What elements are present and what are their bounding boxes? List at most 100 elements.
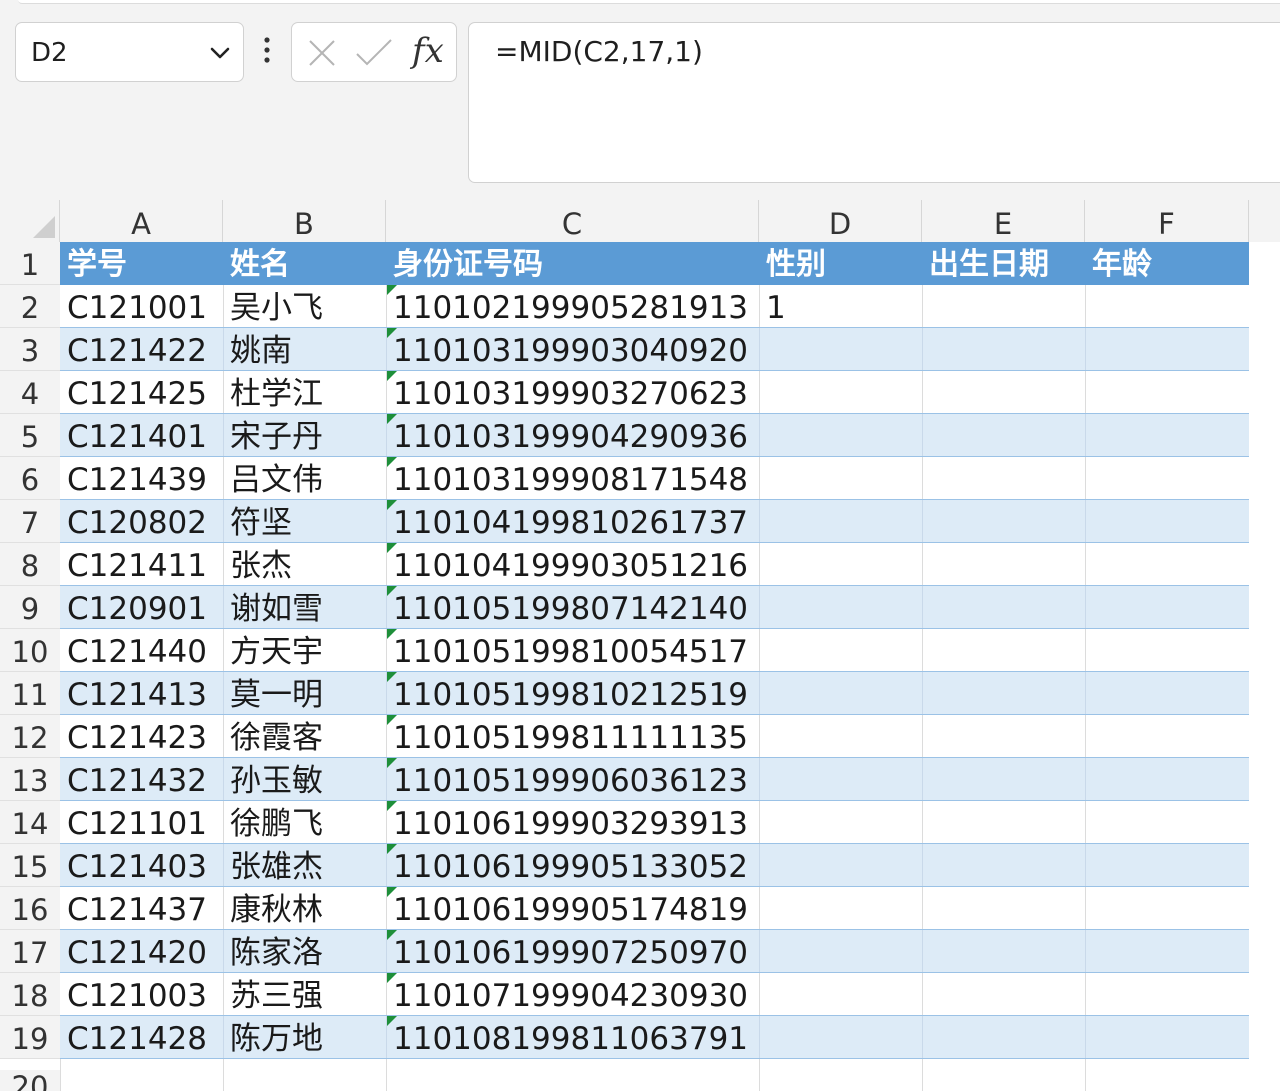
column-header-d[interactable]: D: [759, 200, 922, 242]
fx-icon[interactable]: fx: [412, 29, 444, 73]
cell-age[interactable]: [1092, 414, 1248, 457]
cell-id-number[interactable]: 110103199904290936: [393, 414, 759, 457]
cell-age[interactable]: [1092, 887, 1248, 930]
cell-birth-date[interactable]: [929, 543, 1085, 586]
header-cell-name[interactable]: 姓名: [230, 242, 386, 285]
row-header[interactable]: 11: [0, 672, 60, 715]
cell-name[interactable]: 杜学江: [230, 371, 386, 414]
row-header[interactable]: 8: [0, 543, 60, 586]
cell-name[interactable]: 吕文伟: [230, 457, 386, 500]
cell-student-id[interactable]: C121425: [67, 371, 223, 414]
row-header[interactable]: 15: [0, 844, 60, 887]
cell-id-number[interactable]: 110107199904230930: [393, 973, 759, 1016]
cell-id-number[interactable]: 110108199811063791: [393, 1016, 759, 1059]
cell-name[interactable]: 徐霞客: [230, 715, 386, 758]
cell-name[interactable]: 谢如雪: [230, 586, 386, 629]
row-header[interactable]: 4: [0, 371, 60, 414]
cell-birth-date[interactable]: [929, 500, 1085, 543]
cell-gender[interactable]: [766, 500, 922, 543]
row-header[interactable]: 19: [0, 1016, 60, 1059]
cell-age[interactable]: [1092, 844, 1248, 887]
cell-birth-date[interactable]: [929, 629, 1085, 672]
cell-birth-date[interactable]: [929, 1016, 1085, 1059]
cell-name[interactable]: 徐鹏飞: [230, 801, 386, 844]
cell-id-number[interactable]: 110104199903051216: [393, 543, 759, 586]
cell-age[interactable]: [1092, 758, 1248, 801]
cell-name[interactable]: 方天宇: [230, 629, 386, 672]
cell-gender[interactable]: [766, 586, 922, 629]
cell-id-number[interactable]: 110106199907250970: [393, 930, 759, 973]
cell-birth-date[interactable]: [929, 414, 1085, 457]
cell-gender[interactable]: [766, 715, 922, 758]
row-header[interactable]: 16: [0, 887, 60, 930]
cell-student-id[interactable]: C121420: [67, 930, 223, 973]
column-header-f[interactable]: F: [1085, 200, 1249, 242]
row-header[interactable]: 5: [0, 414, 60, 457]
cell-name[interactable]: 陈家洛: [230, 930, 386, 973]
row-header[interactable]: 10: [0, 629, 60, 672]
cell-student-id[interactable]: C121422: [67, 328, 223, 371]
cell-age[interactable]: [1092, 672, 1248, 715]
cell-age[interactable]: [1092, 328, 1248, 371]
cell-name[interactable]: 陈万地: [230, 1016, 386, 1059]
checkmark-icon[interactable]: [354, 37, 394, 69]
cell-id-number[interactable]: 110105199810212519: [393, 672, 759, 715]
cell-name[interactable]: 张雄杰: [230, 844, 386, 887]
cell-age[interactable]: [1092, 285, 1248, 328]
cell-gender[interactable]: [766, 801, 922, 844]
cell-student-id[interactable]: C121428: [67, 1016, 223, 1059]
cell-student-id[interactable]: C120901: [67, 586, 223, 629]
row-header[interactable]: 6: [0, 457, 60, 500]
row-header[interactable]: 17: [0, 930, 60, 973]
cell-name[interactable]: 孙玉敏: [230, 758, 386, 801]
cell-age[interactable]: [1092, 715, 1248, 758]
row-header[interactable]: 3: [0, 328, 60, 371]
row-header[interactable]: 14: [0, 801, 60, 844]
cell-birth-date[interactable]: [929, 844, 1085, 887]
cell-student-id[interactable]: C121432: [67, 758, 223, 801]
row-header[interactable]: 9: [0, 586, 60, 629]
cell-name[interactable]: 符坚: [230, 500, 386, 543]
row-header[interactable]: 20: [0, 1070, 60, 1091]
cell-student-id[interactable]: C121440: [67, 629, 223, 672]
name-box-value[interactable]: D2: [31, 23, 68, 83]
cell-name[interactable]: 张杰: [230, 543, 386, 586]
cell-name[interactable]: 姚南: [230, 328, 386, 371]
cell-age[interactable]: [1092, 973, 1248, 1016]
cell-student-id[interactable]: C121423: [67, 715, 223, 758]
cell-birth-date[interactable]: [929, 930, 1085, 973]
cell-birth-date[interactable]: [929, 715, 1085, 758]
cell-birth-date[interactable]: [929, 672, 1085, 715]
cell-gender[interactable]: [766, 758, 922, 801]
cell-id-number[interactable]: 110105199811111135: [393, 715, 759, 758]
cell-id-number[interactable]: 110104199810261737: [393, 500, 759, 543]
row-header[interactable]: 12: [0, 715, 60, 758]
header-cell-student-id[interactable]: 学号: [67, 242, 223, 285]
cell-birth-date[interactable]: [929, 758, 1085, 801]
cell-gender[interactable]: [766, 672, 922, 715]
cell-gender[interactable]: [766, 887, 922, 930]
formula-input[interactable]: =MID(C2,17,1): [468, 22, 1280, 183]
select-all-triangle-icon[interactable]: [33, 216, 55, 238]
vertical-dots-icon[interactable]: [259, 36, 275, 68]
cell-id-number[interactable]: 110105199807142140: [393, 586, 759, 629]
cell-name[interactable]: 吴小飞: [230, 285, 386, 328]
cell-student-id[interactable]: C121413: [67, 672, 223, 715]
chevron-down-icon[interactable]: [207, 40, 233, 66]
cell-age[interactable]: [1092, 1016, 1248, 1059]
cell-id-number[interactable]: 110106199905133052: [393, 844, 759, 887]
cell-age[interactable]: [1092, 586, 1248, 629]
cell-birth-date[interactable]: [929, 801, 1085, 844]
cell-birth-date[interactable]: [929, 586, 1085, 629]
column-header-a[interactable]: A: [60, 200, 223, 242]
cell-student-id[interactable]: C121403: [67, 844, 223, 887]
cell-id-number[interactable]: 110105199906036123: [393, 758, 759, 801]
close-icon[interactable]: [306, 37, 338, 69]
row-header[interactable]: 7: [0, 500, 60, 543]
cell-gender[interactable]: [766, 414, 922, 457]
cell-id-number[interactable]: 110103199903270623: [393, 371, 759, 414]
cell-id-number[interactable]: 110106199903293913: [393, 801, 759, 844]
cell-id-number[interactable]: 110106199905174819: [393, 887, 759, 930]
cell-age[interactable]: [1092, 629, 1248, 672]
cell-gender[interactable]: [766, 457, 922, 500]
